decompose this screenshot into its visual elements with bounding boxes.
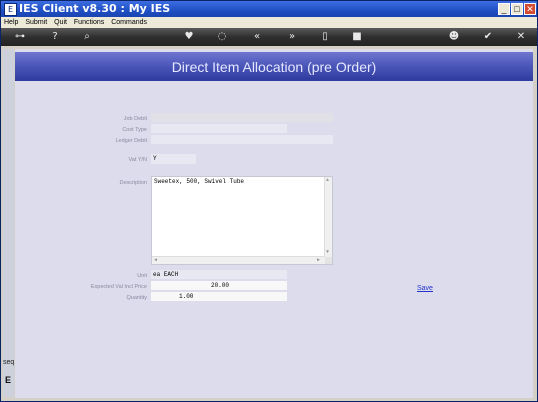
fast-forward-icon[interactable]: » [286, 31, 298, 43]
menu-functions[interactable]: Functions [74, 17, 104, 28]
quantity-field[interactable]: 1.00 [151, 292, 287, 301]
horizontal-scrollbar[interactable]: ◀ ▶ [152, 256, 325, 264]
power-icon[interactable]: ◌ [216, 31, 228, 43]
page-title: Direct Item Allocation (pre Order) [171, 59, 377, 75]
toolbar: ⊶ ? ⌕ ♥ ◌ « » ▯ ■ ☻ ✔ ✕ [1, 28, 537, 46]
cost-type-label: Cost Type [122, 127, 147, 133]
expected-val-label: Expected Val Incl Price [90, 284, 147, 290]
side-mark: seq [3, 359, 15, 366]
scroll-up-icon[interactable]: ▲ [326, 177, 329, 184]
menu-commands[interactable]: Commands [111, 17, 147, 28]
menu-submit[interactable]: Submit [25, 17, 47, 28]
side-icon[interactable]: E [5, 375, 11, 385]
menu-help[interactable]: Help [4, 17, 18, 28]
key-icon[interactable]: ⊶ [11, 31, 29, 43]
vat-label: Vat Y/N [128, 157, 147, 163]
side-strip: seq E [3, 49, 14, 397]
clipboard-icon[interactable]: ▯ [319, 31, 331, 43]
app-window: E IES Client v8.30 : My IES _ □ ✕ Help S… [0, 0, 538, 402]
scroll-right-icon[interactable]: ▶ [317, 257, 320, 264]
expected-val-field[interactable]: 20.00 [151, 281, 287, 290]
status-bar [1, 398, 537, 401]
title-bar: E IES Client v8.30 : My IES _ □ ✕ [1, 1, 537, 17]
scroll-down-icon[interactable]: ▼ [326, 249, 329, 256]
rewind-icon[interactable]: « [251, 31, 263, 43]
close-icon[interactable]: ✕ [515, 31, 527, 43]
cost-type-field[interactable] [151, 124, 287, 133]
scroll-left-icon[interactable]: ◀ [154, 257, 157, 264]
vertical-scrollbar[interactable]: ▲ ▼ [324, 177, 332, 257]
main-content: Direct Item Allocation (pre Order) Job D… [15, 49, 533, 398]
description-label: Description [119, 180, 147, 186]
job-debit-label: Job Debit [123, 116, 147, 122]
menu-bar: Help Submit Quit Functions Commands [1, 17, 537, 28]
heart-icon[interactable]: ♥ [183, 31, 195, 43]
search-icon[interactable]: ⌕ [81, 31, 93, 43]
minimize-button[interactable]: _ [498, 3, 510, 15]
window-title: IES Client v8.30 : My IES [19, 2, 171, 15]
save-link[interactable]: Save [417, 285, 433, 292]
globe-icon[interactable]: ☻ [448, 31, 460, 43]
ledger-debit-field[interactable] [151, 135, 333, 144]
menu-quit[interactable]: Quit [54, 17, 67, 28]
ledger-debit-label: Ledger Debit [115, 138, 148, 144]
job-debit-field[interactable] [151, 113, 333, 122]
vat-field[interactable]: Y [151, 154, 196, 164]
page-banner: Direct Item Allocation (pre Order) [15, 52, 533, 81]
check-icon[interactable]: ✔ [482, 31, 494, 43]
maximize-button[interactable]: □ [511, 3, 523, 15]
app-icon: E [4, 3, 17, 16]
stop-icon[interactable]: ■ [351, 31, 363, 43]
unit-field[interactable]: ea EACH [151, 270, 287, 279]
close-window-button[interactable]: ✕ [524, 3, 536, 15]
unit-label: Unit [137, 273, 147, 279]
quantity-label: Quantity [126, 295, 147, 301]
help-icon[interactable]: ? [49, 31, 61, 43]
scroll-corner [325, 257, 332, 264]
description-text: Sweetex, 500, Swivel Tube [154, 178, 245, 185]
description-textarea[interactable]: Sweetex, 500, Swivel Tube ▲ ▼ ◀ ▶ [151, 176, 333, 265]
